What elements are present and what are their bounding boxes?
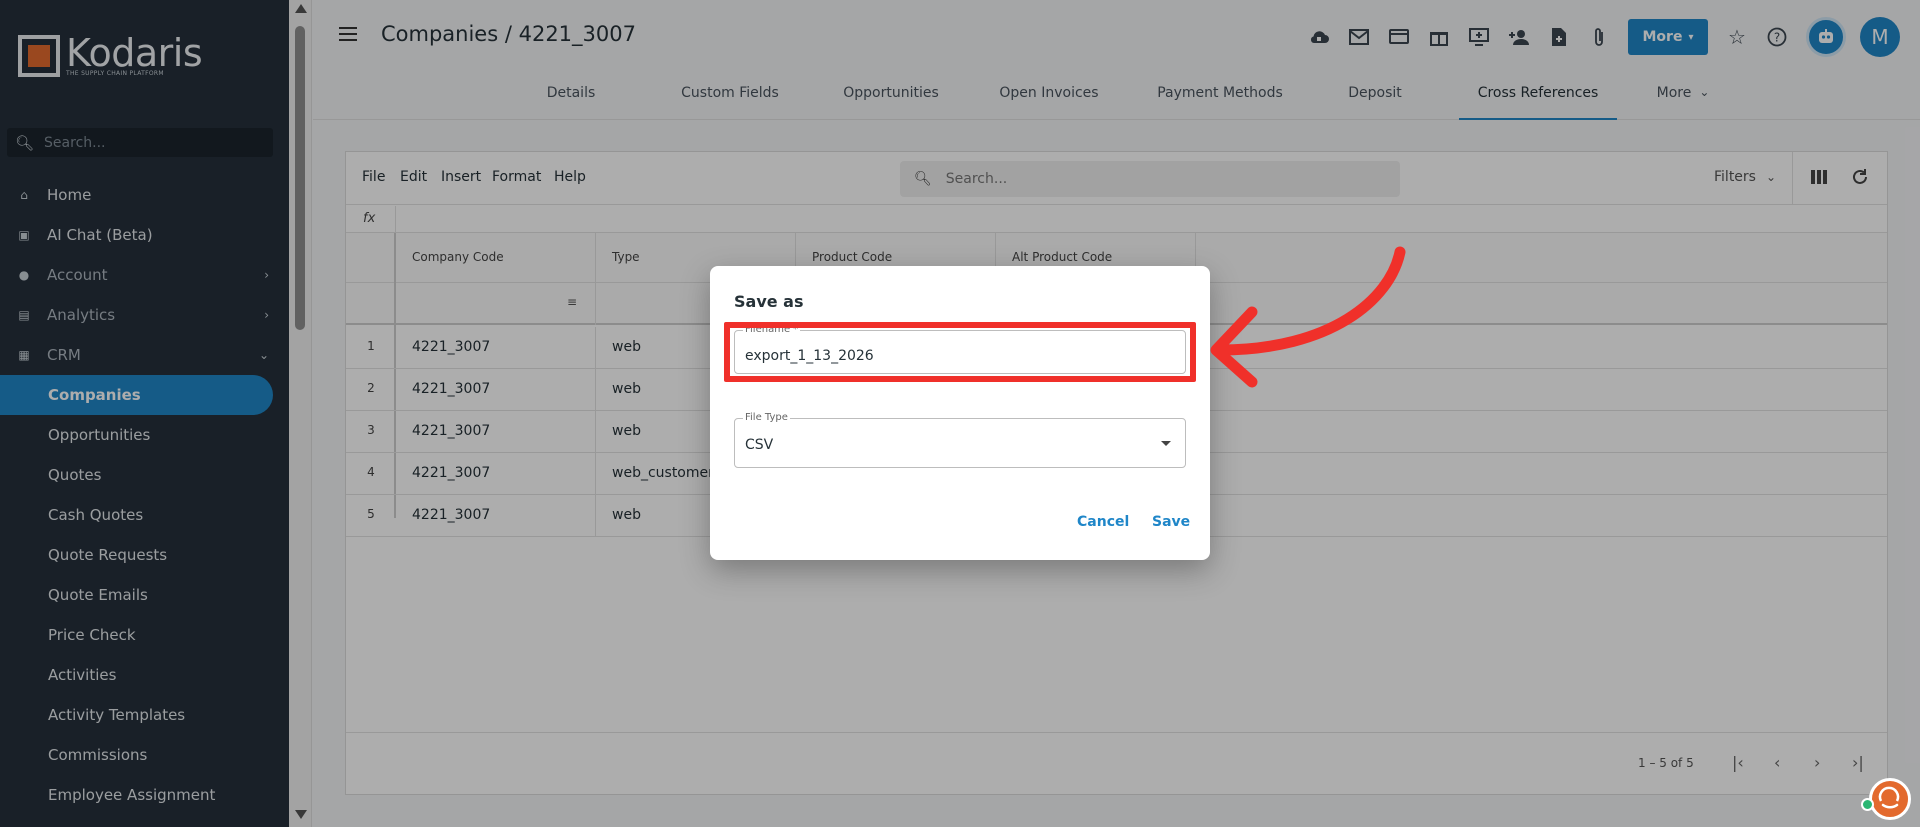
online-status-indicator [1861, 798, 1874, 811]
cancel-button[interactable]: Cancel [1077, 514, 1129, 530]
dialog-title: Save as [734, 292, 804, 311]
file-type-label: File Type [743, 412, 790, 423]
dropdown-arrow-icon [1161, 441, 1171, 446]
chat-support-icon[interactable] [1869, 778, 1911, 820]
save-button[interactable]: Save [1152, 514, 1190, 530]
file-type-value: CSV [745, 437, 774, 453]
file-type-select[interactable]: File Type CSV [734, 412, 1186, 468]
save-as-dialog: Save as Filename * File Type CSV Cancel … [710, 266, 1210, 560]
annotation-arrow [1210, 246, 1406, 388]
annotation-highlight-box [724, 322, 1196, 382]
